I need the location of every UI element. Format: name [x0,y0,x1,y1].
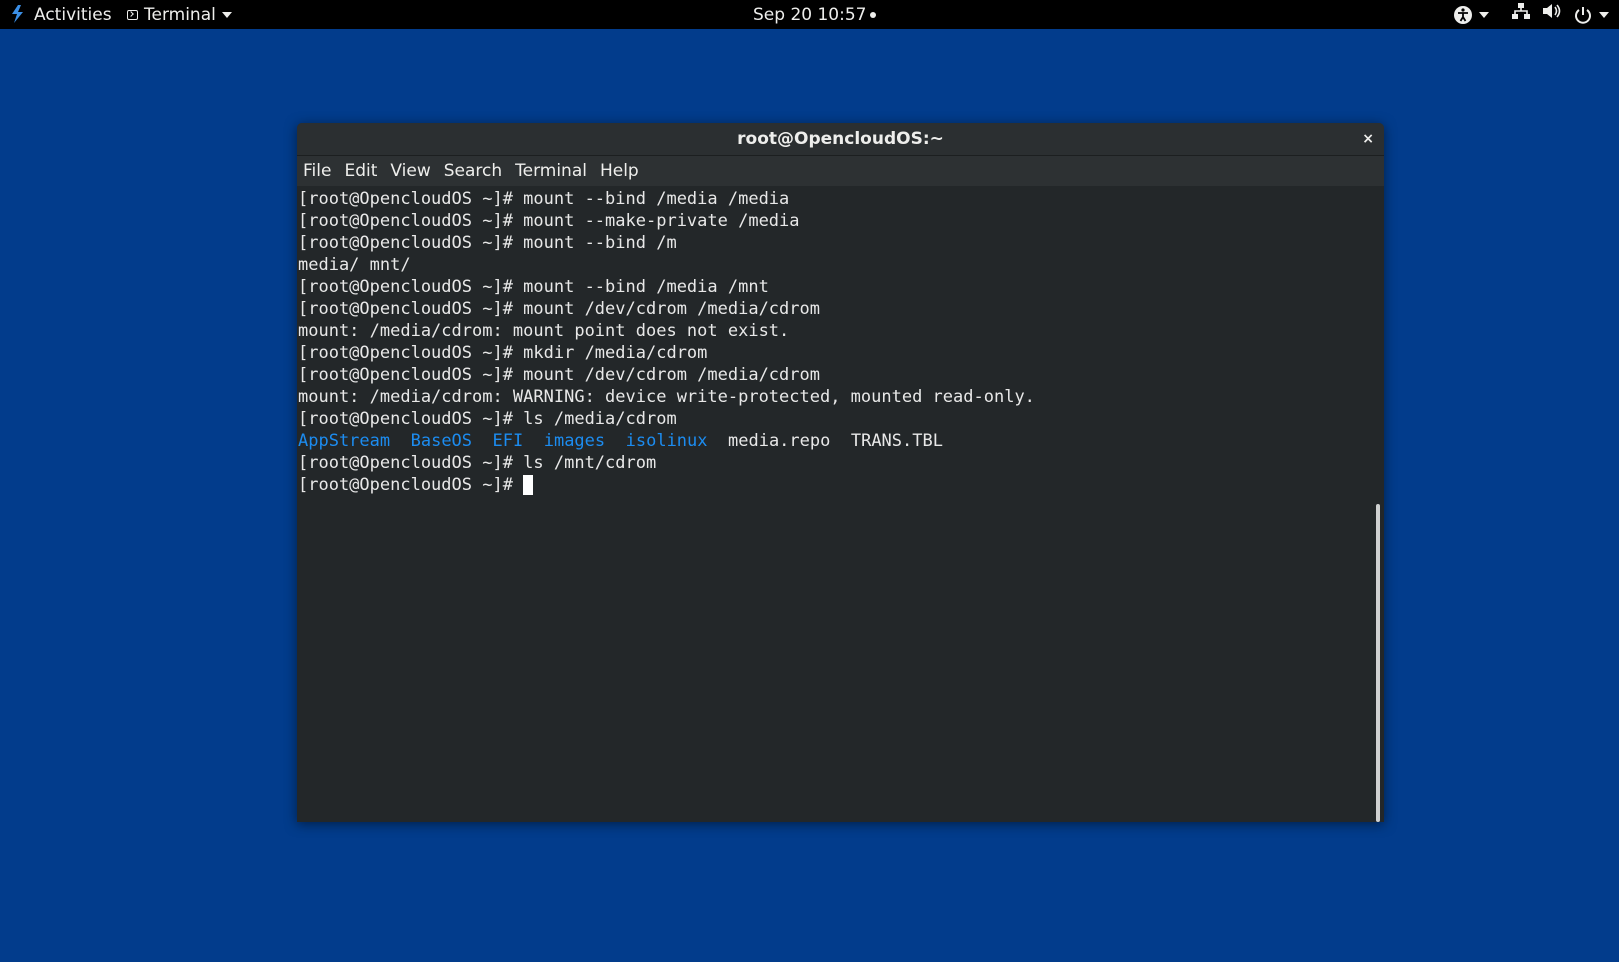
app-menu-label: Terminal [144,4,216,25]
scrollbar-thumb[interactable] [1376,504,1380,822]
terminal-line: [root@OpencloudOS ~]# mount --make-priva… [298,211,800,231]
terminal-line: [root@OpencloudOS ~]# mount /dev/cdrom /… [298,365,820,385]
accessibility-menu[interactable] [1453,5,1489,25]
chevron-down-icon [1479,11,1489,18]
system-tray [1443,0,1609,29]
clock-button[interactable]: Sep 20 10:57 [753,0,877,29]
terminal-window[interactable]: root@OpencloudOS:~ × File Edit View Sear… [297,123,1384,822]
ls-dir-entry: BaseOS [410,431,473,451]
ls-dir-entry: images [543,431,606,451]
speaker-icon [1543,3,1561,18]
accessibility-icon [1454,5,1472,24]
terminal-line: media/ mnt/ [298,255,411,275]
menu-help[interactable]: Help [600,161,639,181]
terminal-area[interactable]: [root@OpencloudOS ~]# mount --bind /medi… [297,186,1384,822]
ls-output-line: AppStream BaseOS EFI images isolinux med… [298,430,1384,452]
volume-icon[interactable] [1541,1,1563,29]
menu-edit[interactable]: Edit [344,161,377,181]
menu-view[interactable]: View [390,161,430,181]
prompt-line: [root@OpencloudOS ~]# [298,474,1384,496]
scrollbar[interactable] [1372,186,1380,822]
terminal-line: [root@OpencloudOS ~]# mount /dev/cdrom /… [298,299,820,319]
terminal-line: [root@OpencloudOS ~]# mount --bind /medi… [298,277,769,297]
close-button[interactable]: × [1362,123,1374,155]
terminal-line: [root@OpencloudOS ~]# ls /media/cdrom [298,409,677,429]
distro-logo-icon [12,5,23,23]
text-cursor [523,475,534,495]
terminal-line: [root@OpencloudOS ~]# ls /mnt/cdrom [298,453,657,473]
network-wired-icon [1512,2,1530,19]
ls-dir-entry: isolinux [625,431,708,451]
chevron-down-icon [221,11,232,18]
power-icon [1575,6,1591,24]
window-title: root@OpencloudOS:~ [737,129,944,149]
window-titlebar[interactable]: root@OpencloudOS:~ × [297,123,1384,156]
terminal-line: mount: /media/cdrom: WARNING: device wri… [298,387,1035,407]
chevron-down-icon [1599,11,1609,18]
power-menu[interactable] [1573,5,1609,25]
ls-dir-entry: AppStream [298,431,391,451]
menu-terminal[interactable]: Terminal [515,161,587,181]
ls-file-entry: TRANS.TBL [850,431,943,451]
top-bar: Activities Terminal Sep 20 10:57 [0,0,1619,29]
terminal-line: [root@OpencloudOS ~]# mount --bind /m [298,233,677,253]
activities-button[interactable]: Activities [34,0,112,29]
activities-label: Activities [34,4,112,25]
prompt: [root@OpencloudOS ~]# [298,475,524,495]
menu-bar: File Edit View Search Terminal Help [297,156,1384,186]
terminal-line: [root@OpencloudOS ~]# mkdir /media/cdrom [298,343,708,363]
app-menu-button[interactable]: Terminal [127,0,232,29]
menu-file[interactable]: File [303,161,331,181]
notification-dot-icon [870,11,877,18]
ls-dir-entry: EFI [492,431,524,451]
network-icon[interactable] [1511,1,1531,29]
ls-file-entry: media.repo [728,431,831,451]
clock-label: Sep 20 10:57 [753,4,867,25]
menu-search[interactable]: Search [444,161,502,181]
terminal-app-icon [127,9,138,20]
terminal-line: [root@OpencloudOS ~]# mount --bind /medi… [298,189,790,209]
terminal-line: mount: /media/cdrom: mount point does no… [298,321,790,341]
